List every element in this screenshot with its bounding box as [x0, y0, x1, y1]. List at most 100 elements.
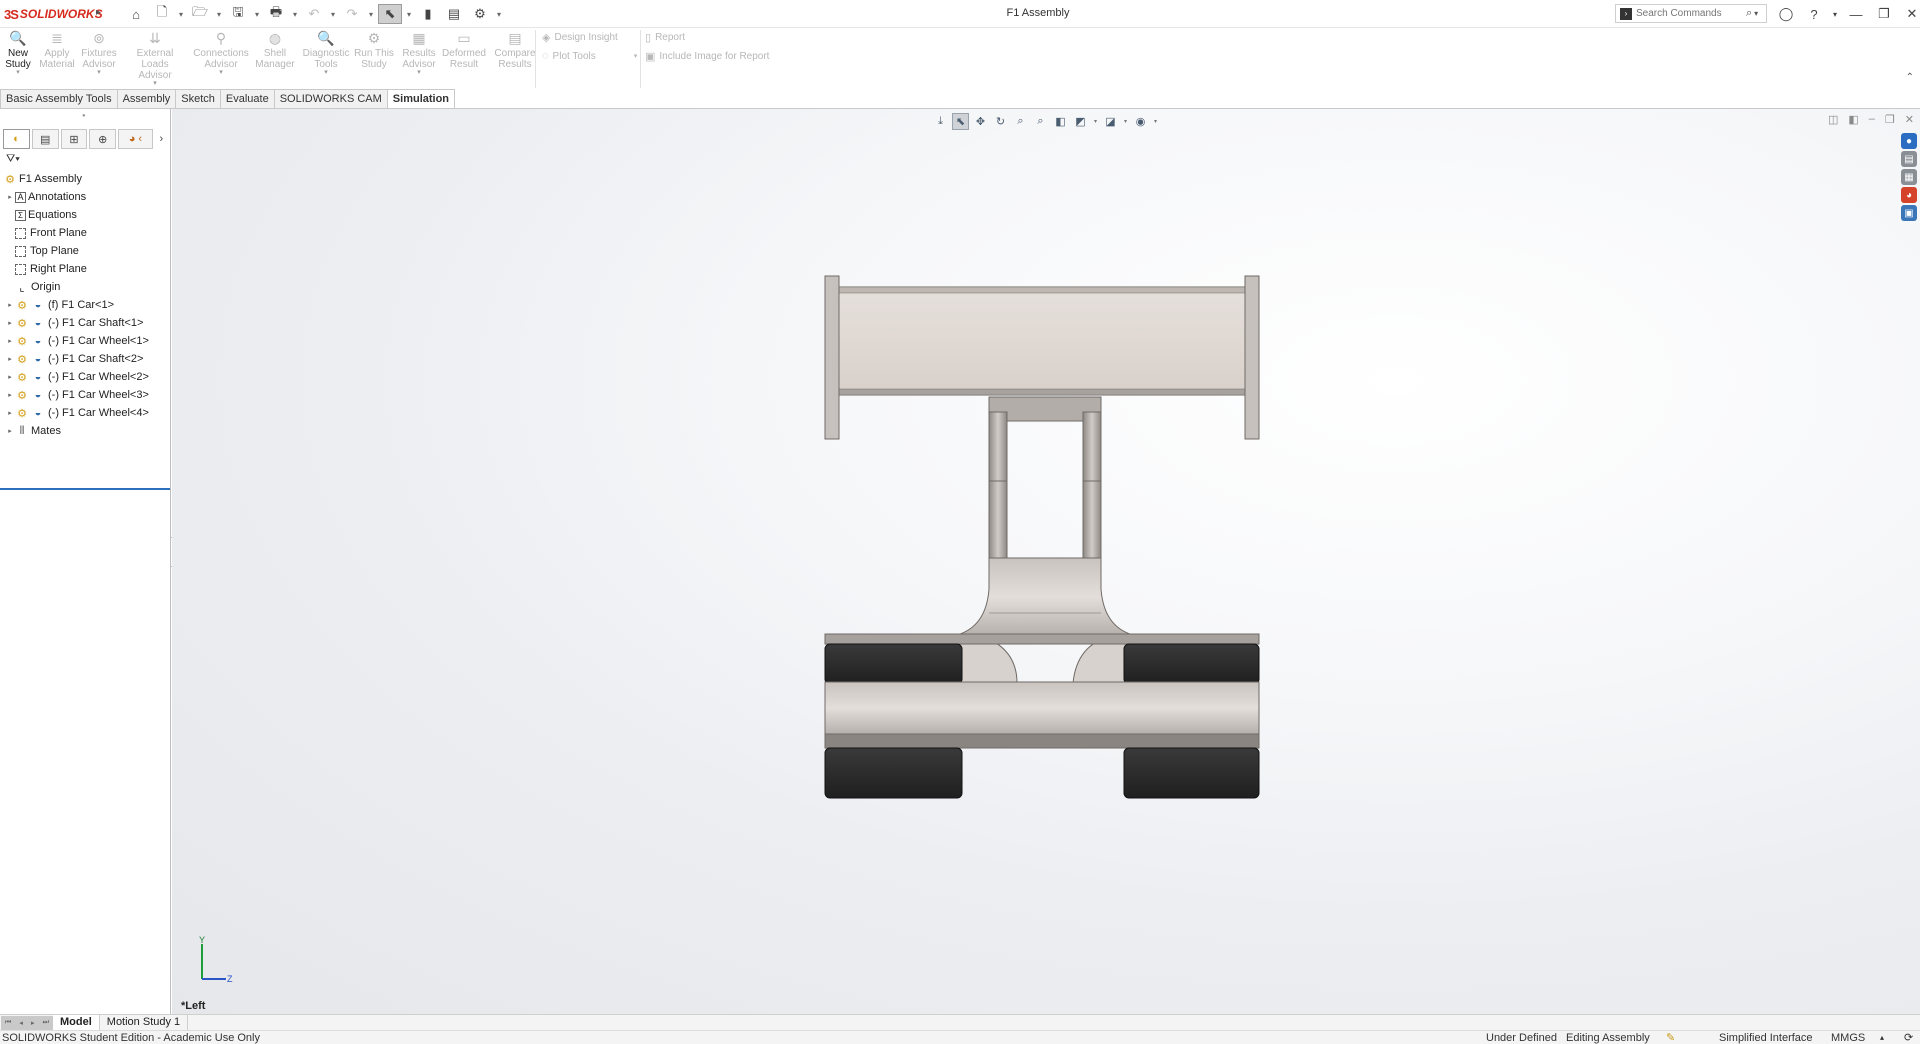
rollback-bar[interactable] [0, 488, 170, 490]
prev-tab-icon[interactable]: ◂ [19, 1019, 23, 1027]
next-tab-icon[interactable]: ▸ [31, 1019, 35, 1027]
undo-dropdown-icon[interactable]: ▾ [328, 4, 338, 24]
right-strut[interactable] [1082, 411, 1102, 561]
tree-item-mates[interactable]: ▸ ⦀ Mates [0, 422, 170, 440]
rear-wing[interactable] [837, 286, 1247, 396]
fixtures-dropdown-icon[interactable]: ▾ [75, 69, 123, 76]
expand-icon[interactable]: ▸ [5, 319, 15, 327]
home-icon[interactable]: ⌂ [124, 4, 148, 24]
expand-icon[interactable]: ▸ [5, 193, 15, 201]
print-icon[interactable]: 🖶 [264, 4, 288, 24]
tree-item-right-plane[interactable]: Right Plane [0, 260, 170, 278]
file-properties-icon[interactable]: ▤ [442, 4, 466, 24]
design-insight-button[interactable]: ◈ Design Insight [542, 31, 618, 44]
tree-root[interactable]: ⚙ F1 Assembly [0, 170, 170, 188]
tree-item-f1-car-wheel-1[interactable]: ▸ ⚙ ◒ (-) F1 Car Wheel<1> [0, 332, 170, 350]
close-icon[interactable]: ✕ [1901, 4, 1920, 24]
fixtures-advisor-button[interactable]: ⊚ Fixtures Advisor ▾ [75, 30, 123, 76]
tree-item-f1-car-wheel-3[interactable]: ▸ ⚙ ◒ (-) F1 Car Wheel<3> [0, 386, 170, 404]
tree-item-f1-car-1[interactable]: ▸ ⚙ ◒ (f) F1 Car<1> [0, 296, 170, 314]
rebuild-icon[interactable]: ▮ [416, 4, 440, 24]
first-tab-icon[interactable]: ⏮ [5, 1019, 11, 1027]
display-manager-tab-icon[interactable]: ◕ ‹ [118, 129, 153, 149]
chassis-neck[interactable] [952, 557, 1138, 637]
report-button[interactable]: ▯ Report [645, 31, 685, 44]
units-selector[interactable]: MMGS [1831, 1031, 1865, 1044]
main-body[interactable] [824, 681, 1260, 735]
expand-icon[interactable]: ▸ [5, 427, 15, 435]
search-icon[interactable]: ⌕ [1746, 7, 1752, 20]
print-dropdown-icon[interactable]: ▾ [290, 4, 300, 24]
minimize-icon[interactable]: — [1845, 4, 1867, 24]
help-dropdown-icon[interactable]: ▾ [1831, 4, 1839, 24]
tree-item-f1-car-shaft-1[interactable]: ▸ ⚙ ◒ (-) F1 Car Shaft<1> [0, 314, 170, 332]
new-dropdown-icon[interactable]: ▾ [176, 4, 186, 24]
front-left-tire-top[interactable] [824, 643, 963, 685]
expand-icon[interactable]: ▸ [5, 409, 15, 417]
panel-grip-icon[interactable]: ● [82, 113, 86, 119]
tab-model[interactable]: Model [53, 1015, 100, 1030]
results-dropdown-icon[interactable]: ▾ [395, 69, 443, 76]
units-dropdown-icon[interactable]: ▴ [1880, 1031, 1884, 1044]
compare-results-button[interactable]: ▤ Compare Results [490, 30, 540, 70]
undo-icon[interactable]: ↶ [302, 4, 326, 24]
deformed-result-button[interactable]: ▭ Deformed Result [440, 30, 488, 70]
rear-right-tire[interactable] [1123, 747, 1260, 799]
save-icon[interactable]: 🖫 [226, 4, 250, 24]
search-commands[interactable]: › ⌕ ▾ [1615, 4, 1767, 23]
tab-assembly[interactable]: Assembly [117, 89, 177, 109]
include-image-button[interactable]: ▣ Include Image for Report [645, 50, 769, 63]
tab-solidworks-cam[interactable]: SOLIDWORKS CAM [274, 89, 388, 109]
new-document-icon[interactable]: 🗋 [150, 4, 174, 24]
tab-sketch[interactable]: Sketch [176, 89, 221, 109]
expand-icon[interactable]: ▸ [5, 391, 15, 399]
apply-material-button[interactable]: ≣ Apply Material [33, 30, 81, 70]
left-endplate[interactable] [824, 275, 840, 440]
solidworks-logo[interactable]: 3S SOLIDWORKS [4, 6, 103, 22]
help-icon[interactable]: ? [1803, 4, 1825, 24]
expand-icon[interactable]: ▸ [5, 301, 15, 309]
collapse-ribbon-icon[interactable]: ⌃ [1906, 72, 1914, 83]
tab-scroll-nav[interactable]: ⏮ ◂ ▸ ⏭ [1, 1015, 53, 1030]
tree-item-f1-car-wheel-2[interactable]: ▸ ⚙ ◒ (-) F1 Car Wheel<2> [0, 368, 170, 386]
tree-item-equations[interactable]: Σ Equations [0, 206, 170, 224]
last-tab-icon[interactable]: ⏭ [43, 1019, 49, 1027]
tree-item-f1-car-shaft-2[interactable]: ▸ ⚙ ◒ (-) F1 Car Shaft<2> [0, 350, 170, 368]
shell-manager-button[interactable]: ◍ Shell Manager [251, 30, 299, 70]
select-dropdown-icon[interactable]: ▾ [404, 4, 414, 24]
graphics-area[interactable]: ⤓ ⬉ ✥ ↻ ⌕ ⌕ ◧ ◩ ▾ ◪ ▾ ◉ ▾ ◫ ◧ – ❐ ✕ ● ▤ … [172, 109, 1920, 1014]
menu-expand-icon[interactable]: ▸ [96, 7, 101, 18]
plot-tools-dropdown-icon[interactable]: ▾ [634, 52, 638, 60]
tree-filter-icon[interactable]: ⛛▾ [6, 153, 20, 166]
search-dropdown-icon[interactable]: ▾ [1754, 9, 1758, 18]
front-right-tire-top[interactable] [1123, 643, 1260, 685]
run-this-study-button[interactable]: ⚙ Run This Study [350, 30, 398, 70]
results-advisor-button[interactable]: ▦ Results Advisor ▾ [395, 30, 443, 76]
feedback-icon[interactable]: ⟳ [1904, 1031, 1913, 1044]
options-icon[interactable]: ⚙ [468, 4, 492, 24]
more-tabs-icon[interactable]: › [155, 129, 168, 149]
tree-item-f1-car-wheel-4[interactable]: ▸ ⚙ ◒ (-) F1 Car Wheel<4> [0, 404, 170, 422]
dimxpert-tab-icon[interactable]: ⊕ [89, 129, 117, 149]
tree-item-front-plane[interactable]: Front Plane [0, 224, 170, 242]
interface-mode[interactable]: Simplified Interface [1719, 1031, 1813, 1044]
diagnostic-tools-button[interactable]: 🔍 Diagnostic Tools ▾ [300, 30, 352, 76]
rebuild-status-icon[interactable]: ✎ [1666, 1031, 1675, 1044]
connections-advisor-button[interactable]: ⚲ Connections Advisor ▾ [193, 30, 249, 76]
expand-icon[interactable]: ▸ [5, 355, 15, 363]
external-loads-advisor-button[interactable]: ⇊ External Loads Advisor ▾ [122, 30, 188, 87]
f1-car-model[interactable] [172, 109, 1920, 1014]
tab-motion-study-1[interactable]: Motion Study 1 [100, 1015, 189, 1030]
tab-simulation[interactable]: Simulation [387, 89, 456, 109]
redo-dropdown-icon[interactable]: ▾ [366, 4, 376, 24]
open-dropdown-icon[interactable]: ▾ [214, 4, 224, 24]
right-endplate[interactable] [1244, 275, 1260, 440]
save-dropdown-icon[interactable]: ▾ [252, 4, 262, 24]
rear-left-tire[interactable] [824, 747, 963, 799]
tree-item-origin[interactable]: ⌞ Origin [0, 278, 170, 296]
new-study-dropdown-icon[interactable]: ▾ [0, 69, 42, 76]
tree-item-top-plane[interactable]: Top Plane [0, 242, 170, 260]
connections-dropdown-icon[interactable]: ▾ [193, 69, 249, 76]
user-account-icon[interactable]: ◯ [1775, 4, 1797, 24]
select-icon[interactable]: ⬉ [378, 4, 402, 24]
